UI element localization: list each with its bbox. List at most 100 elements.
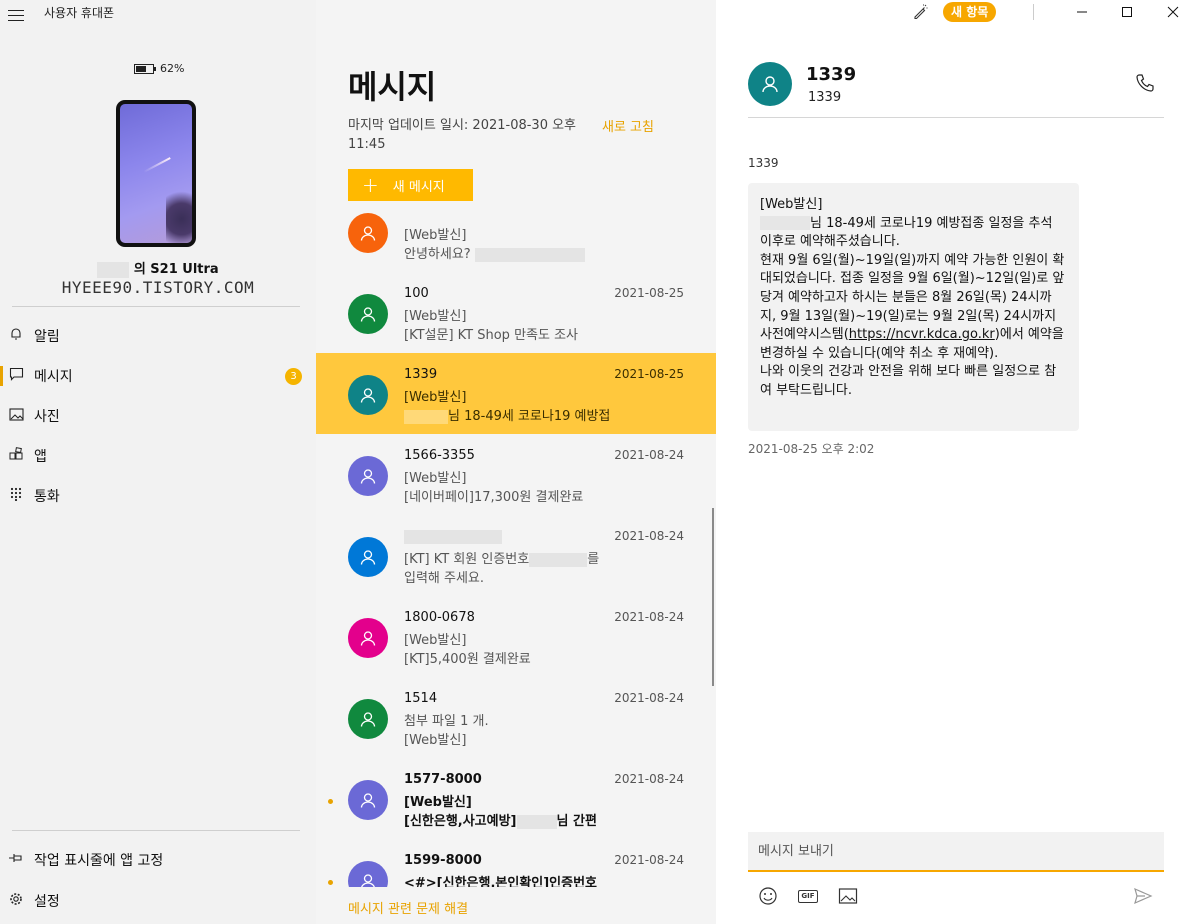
close-button[interactable]	[1150, 0, 1196, 24]
nav-label: 통화	[34, 489, 60, 505]
unread-dot	[328, 880, 333, 885]
nav-item-notifications[interactable]: 알림	[0, 318, 316, 354]
contact-avatar	[348, 294, 388, 334]
dialpad-icon	[0, 487, 34, 505]
conversation-name: 1577-8000	[404, 772, 482, 787]
maximize-icon	[1122, 7, 1132, 17]
conversation-date: 2021-08-24	[614, 853, 684, 867]
person-icon	[360, 550, 376, 565]
apps-icon	[0, 447, 34, 465]
contact-avatar	[348, 780, 388, 820]
person-icon	[360, 712, 376, 727]
conversation-item[interactable]: 2021-08-24 [KT] KT 회원 인증번호 를 입력해 주세요.	[316, 515, 716, 596]
troubleshoot-link[interactable]: 메시지 관련 문제 해결	[348, 898, 468, 917]
conversation-preview-line: [신한은행,사고예방] 님 간편	[404, 814, 597, 829]
feedback-pen-icon[interactable]	[912, 4, 928, 24]
conversation-date: 2021-08-24	[614, 610, 684, 624]
conversation-date: 2021-08-24	[614, 529, 684, 543]
conversation-item[interactable]: 100 2021-08-25 [Web발신] [KT설문] KT Shop 만족도 조…	[316, 272, 716, 353]
image-attach-icon[interactable]	[836, 884, 860, 908]
redacted-owner-name	[97, 261, 130, 278]
conversation-preview-line: [네이버페이]17,300원 결제완료	[404, 490, 584, 505]
last-update-text: 마지막 업데이트 일시: 2021-08-30 오후 11:45	[348, 118, 577, 152]
conversation-name: 1566-3355	[404, 448, 475, 463]
redacted-text	[474, 247, 585, 262]
device-name: 의 S21 Ultra	[0, 258, 316, 278]
emoji-icon[interactable]	[756, 884, 780, 908]
unread-count-badge: 3	[285, 367, 302, 385]
conversation-preview-line: [Web발신]	[404, 309, 467, 324]
new-message-button[interactable]: + 새 메시지	[348, 169, 473, 201]
divider	[1033, 4, 1034, 20]
refresh-link[interactable]: 새로 고침	[602, 116, 654, 135]
conversation-preview-line: [KT설문] KT Shop 만족도 조사	[404, 328, 579, 343]
whats-new-badge[interactable]: 새 항목	[943, 2, 997, 22]
nav-label: 메시지	[34, 369, 73, 385]
menu-icon[interactable]	[8, 10, 24, 22]
settings-label: 설정	[34, 894, 60, 910]
person-icon	[361, 874, 375, 887]
person-icon	[360, 631, 376, 646]
message-timestamp: 2021-08-25 오후 2:02	[748, 442, 875, 456]
nav-item-photos[interactable]: 사진	[0, 398, 316, 434]
nav-item-apps[interactable]: 앱	[0, 438, 316, 474]
contact-name: 1339	[806, 64, 857, 85]
photo-icon	[0, 407, 34, 425]
gear-icon	[0, 892, 34, 910]
redacted-name	[760, 216, 810, 231]
conversation-preview-line: 입력해 주세요.	[404, 571, 485, 586]
conversation-date: 2021-08-24	[614, 772, 684, 786]
new-message-label: 새 메시지	[392, 179, 445, 195]
sender-label: 1339	[748, 156, 779, 170]
conversation-date: 2021-08-24	[614, 691, 684, 705]
watermark: HYEEE90.TISTORY.COM	[61, 278, 255, 297]
conversation-item[interactable]: [Web발신] 안녕하세요?	[316, 211, 716, 272]
phone-image	[116, 100, 196, 247]
device-sidebar: 사용자 휴대폰 62% 의 S21 Ultra HYEEE90.TISTORY.…	[0, 0, 316, 924]
conversation-preview-line: [Web발신]	[404, 633, 467, 648]
conversation-date: 2021-08-25	[614, 286, 684, 300]
unread-dot	[328, 799, 333, 804]
pin-icon	[0, 852, 34, 868]
contact-avatar	[348, 213, 388, 253]
nav-item-messages[interactable]: 메시지 3	[0, 358, 316, 394]
bell-icon	[0, 327, 34, 345]
person-icon	[360, 307, 376, 322]
conversation-preview-line: 첨부 파일 1 개.	[404, 714, 489, 729]
minimize-button[interactable]	[1059, 0, 1105, 24]
message-line: 현재 9월 6일(월)~19일(일)까지 예약 가능한 인원이 확대되었습니다.…	[760, 252, 1065, 361]
pin-to-taskbar-button[interactable]: 작업 표시줄에 앱 고정	[0, 842, 316, 878]
settings-button[interactable]: 설정	[0, 883, 316, 919]
conversation-item[interactable]: 1514 2021-08-24 첨부 파일 1 개. [Web발신]	[316, 677, 716, 758]
maximize-button[interactable]	[1104, 0, 1150, 24]
contact-avatar	[348, 537, 388, 577]
conversation-preview-line: [KT]5,400원 결제완료	[404, 652, 531, 667]
chat-icon	[0, 367, 34, 385]
conversation-item[interactable]: 1566-3355 2021-08-24 [Web발신] [네이버페이]17,300원…	[316, 434, 716, 515]
conversation-item[interactable]: 1800-0678 2021-08-24 [Web발신] [KT]5,400원 결제완…	[316, 596, 716, 677]
conversation-item[interactable]: 1577-8000 2021-08-24 [Web발신] [신한은행,사고예방] 님 간…	[316, 758, 716, 839]
scrollbar[interactable]	[712, 508, 714, 686]
nav-item-calls[interactable]: 통화	[0, 478, 316, 514]
conversation-item[interactable]: 1599-8000 2021-08-24 <#>[신한은행,본인확인]인증번호	[316, 839, 716, 887]
conversation-list[interactable]: [Web발신] 안녕하세요? 100 2021-08-25 [Web발신] [KT설문] …	[316, 211, 716, 887]
nav-label: 사진	[34, 409, 60, 425]
conversation-preview-line: <#>[신한은행,본인확인]인증번호	[404, 876, 598, 887]
conversation-name: 1339	[404, 367, 438, 382]
conversation-item[interactable]: 1339 2021-08-25 [Web발신] 님 18-49세 코로나19 예방접	[316, 353, 716, 434]
contact-avatar	[348, 699, 388, 739]
battery-percent: 62%	[160, 62, 185, 75]
message-link[interactable]: https://ncvr.kdca.go.kr	[849, 327, 995, 342]
phone-call-icon[interactable]	[1134, 72, 1156, 94]
send-icon[interactable]	[1131, 884, 1155, 908]
message-header: [Web발신]	[760, 197, 823, 212]
person-icon	[762, 76, 778, 93]
conversation-name	[404, 529, 502, 544]
message-compose-input[interactable]	[748, 832, 1164, 872]
message-line: 나와 이웃의 건강과 안전을 위해 보다 빠른 일정으로 참여 부탁드립니다.	[760, 364, 1057, 398]
contact-number: 1339	[808, 90, 842, 105]
gif-icon[interactable]: GIF	[796, 884, 820, 908]
contact-avatar	[348, 456, 388, 496]
conversation-preview-line: [Web발신]	[404, 733, 467, 748]
conversation-preview-line: 안녕하세요?	[404, 243, 624, 262]
